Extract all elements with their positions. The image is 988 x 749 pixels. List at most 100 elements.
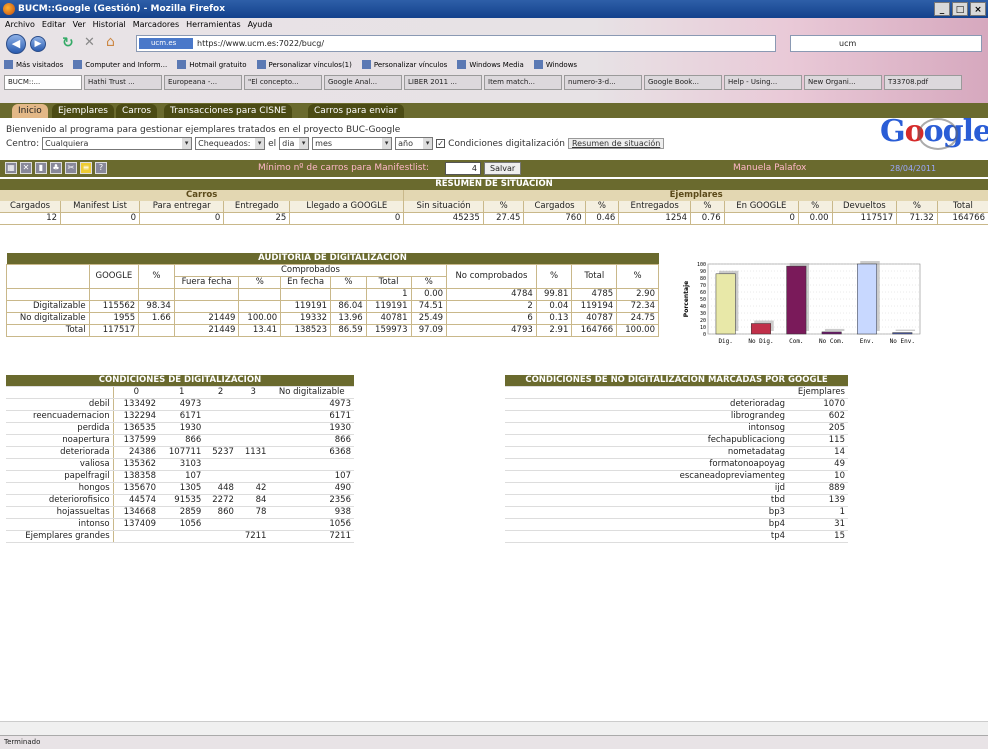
stack-icon[interactable]: ≡ [80, 162, 92, 174]
search-input[interactable]: ucm [790, 35, 982, 52]
col-header: % [410, 276, 448, 289]
menu-editar[interactable]: Editar [42, 18, 66, 31]
grid-icon[interactable]: ▦ [5, 162, 17, 174]
table-cell: 86.04 [330, 300, 367, 313]
browser-tab[interactable]: BUCM::... [4, 75, 82, 90]
browser-tab[interactable]: LIBER 2011 ... [404, 75, 482, 90]
browser-tab[interactable]: Help - Using... [724, 75, 802, 90]
table-cell: 135670 [112, 482, 160, 495]
browser-tab[interactable]: Google Anal... [324, 75, 402, 90]
horizontal-scrollbar[interactable] [0, 721, 988, 735]
table-cell: 13.96 [330, 312, 367, 325]
bookmark-item[interactable]: Hotmail gratuito [177, 57, 246, 73]
table-cell: 21449 [173, 324, 240, 337]
stop-icon[interactable]: ✕ [84, 35, 95, 50]
table-cell [138, 324, 175, 337]
row-label: fechapublicaciong [505, 434, 788, 447]
table-cell: 25.49 [410, 312, 448, 325]
browser-tab[interactable]: Europeana -... [164, 75, 242, 90]
col-header: % [535, 264, 573, 289]
excel-icon[interactable]: ✕ [20, 162, 32, 174]
menu-herramientas[interactable]: Herramientas [186, 18, 241, 31]
browser-tab[interactable]: Item match... [484, 75, 562, 90]
table-cell: 0.00 [797, 212, 833, 225]
table-cell: 74.51 [410, 300, 448, 313]
people-icon[interactable]: ♣ [50, 162, 62, 174]
menu-historial[interactable]: Historial [93, 18, 126, 31]
chart-x-tick: Env. [860, 338, 874, 345]
table-cell: 2272 [204, 494, 237, 507]
tools-icon[interactable]: ✂ [65, 162, 77, 174]
forward-icon[interactable]: ▶ [30, 36, 46, 52]
table-row: ijd 889 [505, 482, 848, 495]
current-date: 28/04/2011 [890, 164, 937, 173]
site-identity[interactable]: ucm.es [139, 38, 193, 49]
bookmark-item[interactable]: Personalizar vínculos(1) [257, 57, 352, 73]
table-cell: 7211 [269, 530, 354, 543]
row-label: Total [6, 324, 90, 337]
menu-archivo[interactable]: Archivo [5, 18, 35, 31]
centro-select[interactable]: Cualquiera [42, 137, 193, 150]
table-row: hongos 135670 1305 448 42 490 [6, 482, 354, 495]
table-cell [236, 422, 270, 435]
chart-icon[interactable]: ▮ [35, 162, 47, 174]
browser-tab[interactable]: New Organi... [804, 75, 882, 90]
table-cell: 0.76 [690, 212, 725, 225]
menu-ver[interactable]: Ver [73, 18, 86, 31]
bookmark-item[interactable]: Windows Media [457, 57, 524, 73]
bookmark-item[interactable]: Computer and Inform... [73, 57, 167, 73]
close-button[interactable]: × [970, 2, 986, 16]
table-cell: 1254 [618, 212, 691, 225]
anio-select[interactable]: año [395, 137, 434, 150]
row-label: escaneadopreviamenteg [505, 470, 788, 483]
col-header: Para entregar [139, 201, 224, 213]
browser-tab[interactable]: "El concepto... [244, 75, 322, 90]
browser-tab[interactable]: T33708.pdf [884, 75, 962, 90]
table-cell: 0 [60, 212, 140, 225]
salvar-button[interactable]: Salvar [484, 162, 522, 175]
table-row: nometadatag 14 [505, 446, 848, 459]
table-row: reencuadernacion 132294 6171 6171 [6, 410, 354, 423]
url-bar[interactable]: ucm.es https://www.ucm.es:7022/bucg/ [136, 35, 776, 52]
table-cell: 0 [139, 212, 224, 225]
browser-tab[interactable]: numero-3-d... [564, 75, 642, 90]
browser-tab[interactable]: Hathi Trust ... [84, 75, 162, 90]
cond-checkbox[interactable]: ✓ [436, 139, 446, 148]
help-icon[interactable]: ? [95, 162, 107, 174]
chart-x-tick: Com. [789, 338, 803, 345]
table-cell: 0 [289, 212, 404, 225]
table-cell: 119191 [365, 300, 412, 313]
row-label: librograndeg [505, 410, 788, 423]
table-cell [204, 422, 237, 435]
bookmark-item[interactable]: Más visitados [4, 57, 63, 73]
tab-carros[interactable]: Carros [116, 104, 158, 118]
firefox-icon [3, 3, 15, 15]
minimize-button[interactable]: _ [934, 2, 950, 16]
table-cell: 91535 [159, 494, 205, 507]
col-header: Fuera fecha [173, 276, 240, 289]
chequeados-select[interactable]: Chequeados: [195, 137, 266, 150]
back-icon[interactable]: ◀ [6, 34, 26, 54]
chart-x-tick: No Com. [819, 338, 844, 345]
menu-marcadores[interactable]: Marcadores [133, 18, 179, 31]
min-carros-input[interactable]: 4 [445, 162, 481, 175]
mes-select[interactable]: mes [312, 137, 393, 150]
table-cell: 0.04 [535, 300, 573, 313]
resumen-button[interactable]: Resumen de situación [567, 138, 665, 149]
home-icon[interactable]: ⌂ [106, 34, 115, 50]
table-cell [88, 288, 140, 301]
reload-icon[interactable]: ↻ [62, 35, 74, 51]
tab-ejemplares[interactable]: Ejemplares [52, 104, 114, 118]
dia-select[interactable]: dia [279, 137, 310, 150]
chart-bar [751, 323, 771, 335]
tab-carros-enviar[interactable]: Carros para enviar [308, 104, 404, 118]
tab-inicio[interactable]: Inicio [12, 104, 48, 118]
bookmark-item[interactable]: Windows [534, 57, 577, 73]
table-cell: 78 [236, 506, 270, 519]
table-row: tp4 15 [505, 530, 848, 543]
bookmark-item[interactable]: Personalizar vínculos [362, 57, 447, 73]
menu-ayuda[interactable]: Ayuda [248, 18, 273, 31]
maximize-button[interactable]: □ [952, 2, 968, 16]
tab-transacciones[interactable]: Transacciones para CISNE [164, 104, 293, 118]
browser-tab[interactable]: Google Book... [644, 75, 722, 90]
